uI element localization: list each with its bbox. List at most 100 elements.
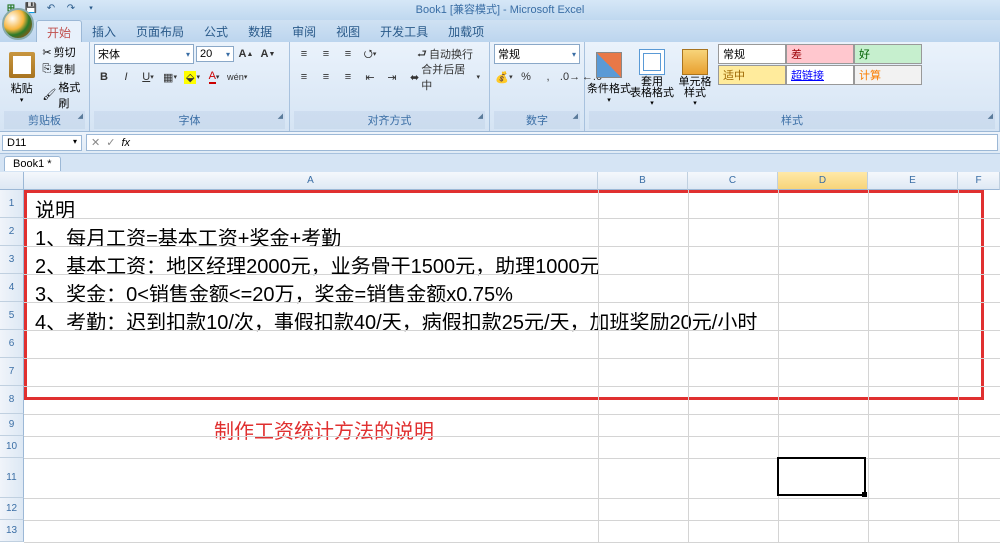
row-header-1[interactable]: 1: [0, 190, 24, 218]
cond-format-icon: [596, 52, 622, 78]
row-header-10[interactable]: 10: [0, 436, 24, 458]
cells-area[interactable]: 说明 1、每月工资=基本工资+奖金+考勤 2、基本工资：地区经理2000元，业务…: [24, 190, 1000, 542]
tab-data[interactable]: 数据: [238, 20, 282, 42]
qat-more-icon[interactable]: ▾: [82, 1, 100, 17]
row-header-6[interactable]: 6: [0, 330, 24, 358]
copy-button[interactable]: ⎘复制: [42, 61, 85, 77]
ribbon: 粘贴 ▾ ✂剪切 ⎘复制 🖌格式刷 剪贴板 宋体 20 A▲ A▼ B I U▾: [0, 42, 1000, 132]
group-clipboard: 粘贴 ▾ ✂剪切 ⎘复制 🖌格式刷 剪贴板: [0, 42, 90, 131]
group-label-number: 数字: [494, 111, 580, 129]
active-cell[interactable]: [777, 457, 866, 496]
tab-view[interactable]: 视图: [326, 20, 370, 42]
col-header-F[interactable]: F: [958, 172, 1000, 190]
office-button[interactable]: [2, 8, 34, 40]
phonetic-button[interactable]: wén▾: [226, 67, 248, 87]
row-headers: 12345678910111213: [0, 190, 24, 542]
row-header-2[interactable]: 2: [0, 218, 24, 246]
name-box[interactable]: D11▾: [2, 135, 82, 151]
align-top-button[interactable]: ≡: [294, 44, 314, 64]
undo-icon[interactable]: ↶: [42, 1, 60, 17]
group-number: 常规 💰▾ % , .0→ ←.0 数字: [490, 42, 585, 131]
row-header-11[interactable]: 11: [0, 458, 24, 498]
row-header-5[interactable]: 5: [0, 302, 24, 330]
spreadsheet-grid[interactable]: ABCDEF 12345678910111213 说明 1、每月工资=基本工资+…: [0, 172, 1000, 557]
font-color-button[interactable]: A▾: [204, 67, 224, 87]
number-format-select[interactable]: 常规: [494, 44, 580, 64]
font-name-select[interactable]: 宋体: [94, 44, 194, 64]
tab-home[interactable]: 开始: [36, 20, 82, 42]
row-header-3[interactable]: 3: [0, 246, 24, 274]
col-header-D[interactable]: D: [778, 172, 868, 190]
border-button[interactable]: ▦▾: [160, 67, 180, 87]
tab-addin[interactable]: 加载项: [438, 20, 494, 42]
row-header-8[interactable]: 8: [0, 386, 24, 414]
style-gallery[interactable]: 常规差好适中超链接计算: [718, 44, 922, 111]
col-header-B[interactable]: B: [598, 172, 688, 190]
select-all-corner[interactable]: [0, 172, 24, 190]
style-超链接[interactable]: 超链接: [786, 65, 854, 85]
row-header-9[interactable]: 9: [0, 414, 24, 436]
style-适中[interactable]: 适中: [718, 65, 786, 85]
conditional-format-button[interactable]: 条件格式▾: [589, 44, 629, 111]
formula-bar[interactable]: ✕ ✓ fx: [86, 134, 998, 151]
tab-insert[interactable]: 插入: [82, 20, 126, 42]
col-header-C[interactable]: C: [688, 172, 778, 190]
redo-icon[interactable]: ↷: [62, 1, 80, 17]
tab-dev[interactable]: 开发工具: [370, 20, 438, 42]
italic-button[interactable]: I: [116, 67, 136, 87]
indent-inc-button[interactable]: ⇥: [382, 67, 402, 87]
fx-confirm-icon[interactable]: ✓: [106, 136, 115, 149]
row-header-12[interactable]: 12: [0, 498, 24, 520]
format-painter-button[interactable]: 🖌格式刷: [42, 79, 85, 111]
workbook-tab-bar: Book1 *: [0, 154, 1000, 172]
row-header-13[interactable]: 13: [0, 520, 24, 542]
cell-styles-button[interactable]: 单元格 样式▾: [675, 44, 715, 111]
content-line-2: 2、基本工资：地区经理2000元，业务骨干1500元，助理1000元: [35, 253, 973, 281]
align-bot-button[interactable]: ≡: [338, 44, 358, 64]
fx-icon[interactable]: fx: [121, 137, 130, 149]
content-line-4: 4、考勤：迟到扣款10/次，事假扣款40/天，病假扣款25元/天，加班奖励20元…: [35, 309, 973, 337]
style-计算[interactable]: 计算: [854, 65, 922, 85]
shrink-font-button[interactable]: A▼: [258, 44, 278, 64]
font-size-select[interactable]: 20: [196, 46, 234, 62]
tab-review[interactable]: 审阅: [282, 20, 326, 42]
fx-cancel-icon[interactable]: ✕: [91, 136, 100, 149]
comma-button[interactable]: ,: [538, 67, 558, 87]
currency-button[interactable]: 💰▾: [494, 67, 514, 87]
align-mid-button[interactable]: ≡: [316, 44, 336, 64]
tab-layout[interactable]: 页面布局: [126, 20, 194, 42]
row-header-7[interactable]: 7: [0, 358, 24, 386]
formula-bar-row: D11▾ ✕ ✓ fx: [0, 132, 1000, 154]
merge-button[interactable]: ⬌合并后居中▾: [405, 67, 485, 87]
workbook-tab[interactable]: Book1 *: [4, 156, 61, 171]
indent-dec-button[interactable]: ⇤: [360, 67, 380, 87]
content-line-1: 1、每月工资=基本工资+奖金+考勤: [35, 225, 973, 253]
align-right-button[interactable]: ≡: [338, 67, 358, 87]
underline-button[interactable]: U▾: [138, 67, 158, 87]
col-header-E[interactable]: E: [868, 172, 958, 190]
group-styles: 条件格式▾ 套用 表格格式▾ 单元格 样式▾ 常规差好适中超链接计算 样式: [585, 42, 1000, 131]
cut-button[interactable]: ✂剪切: [42, 44, 85, 60]
tab-formula[interactable]: 公式: [194, 20, 238, 42]
style-好[interactable]: 好: [854, 44, 922, 64]
fill-color-button[interactable]: ⬙▾: [182, 67, 202, 87]
table-format-button[interactable]: 套用 表格格式▾: [632, 44, 672, 111]
row-header-4[interactable]: 4: [0, 274, 24, 302]
table-format-icon: [639, 49, 665, 75]
merge-icon: ⬌: [410, 71, 419, 84]
orientation-button[interactable]: ⭯▾: [360, 44, 380, 64]
scissors-icon: ✂: [42, 46, 51, 59]
group-label-styles: 样式: [589, 111, 995, 129]
col-header-A[interactable]: A: [24, 172, 598, 190]
paste-button[interactable]: 粘贴 ▾: [4, 44, 39, 111]
percent-button[interactable]: %: [516, 67, 536, 87]
bold-button[interactable]: B: [94, 67, 114, 87]
align-left-button[interactable]: ≡: [294, 67, 314, 87]
grow-font-button[interactable]: A▲: [236, 44, 256, 64]
style-常规[interactable]: 常规: [718, 44, 786, 64]
inc-decimal-button[interactable]: .0→: [560, 67, 580, 87]
ribbon-tabs: 开始 插入 页面布局 公式 数据 审阅 视图 开发工具 加载项: [0, 20, 1000, 42]
align-center-button[interactable]: ≡: [316, 67, 336, 87]
style-差[interactable]: 差: [786, 44, 854, 64]
window-title: Book1 [兼容模式] - Microsoft Excel: [416, 4, 585, 16]
